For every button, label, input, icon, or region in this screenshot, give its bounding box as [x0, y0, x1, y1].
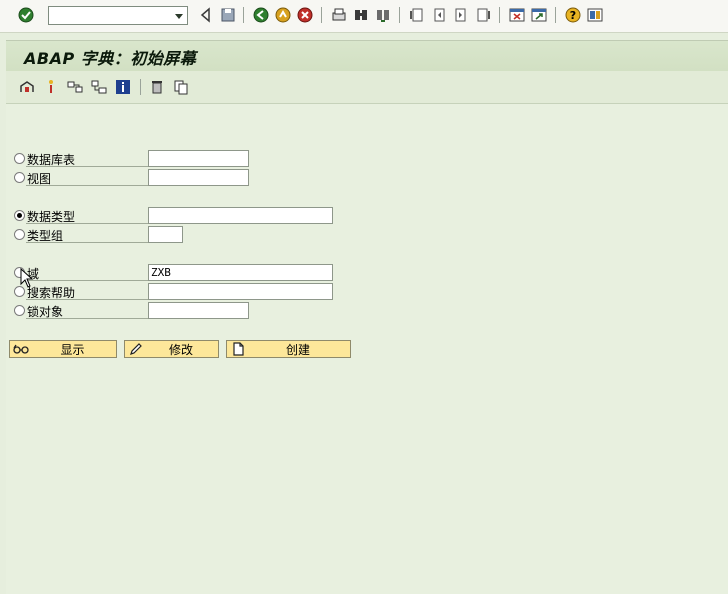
change-button-label: 修改: [168, 342, 193, 357]
display-button-label: 显示: [60, 342, 85, 357]
svg-text:?: ?: [570, 9, 576, 22]
title-bar: ABAP 字典：初始屏幕: [6, 40, 728, 71]
page-title: ABAP 字典：初始屏幕: [24, 49, 197, 68]
database-table-input[interactable]: [148, 150, 249, 167]
print-icon[interactable]: [329, 5, 349, 25]
option-lock-object: 锁对象: [14, 302, 344, 320]
help-icon[interactable]: ?: [563, 5, 583, 25]
new-document-icon: [233, 342, 244, 356]
separator: [555, 7, 556, 23]
domain-input[interactable]: ZXB: [148, 264, 333, 281]
view-input[interactable]: [148, 169, 249, 186]
next-page-icon[interactable]: [451, 5, 471, 25]
main-area: 数据库表 视图 数据类型 类型组 域 ZXB 搜索帮助 锁对象 显示 修改 创建: [6, 104, 728, 594]
info-icon[interactable]: [114, 78, 132, 96]
create-button-label: 创建: [285, 342, 310, 357]
create-button[interactable]: 创建: [226, 340, 351, 358]
save-icon[interactable]: [218, 5, 238, 25]
separator: [140, 79, 141, 95]
lock-object-input[interactable]: [148, 302, 249, 319]
copy-icon[interactable]: [172, 78, 190, 96]
glasses-icon: [13, 344, 29, 354]
enter-icon[interactable]: [16, 5, 36, 25]
first-page-icon[interactable]: [407, 5, 427, 25]
back-icon[interactable]: [251, 5, 271, 25]
option-type-group: 类型组: [14, 226, 344, 244]
divider: [26, 242, 154, 243]
option-domain: 域 ZXB: [14, 264, 344, 282]
back-triangle-icon[interactable]: [196, 5, 216, 25]
other-object-icon[interactable]: [66, 78, 84, 96]
divider: [26, 223, 154, 224]
change-button[interactable]: 修改: [124, 340, 219, 358]
radio-lock-object[interactable]: [14, 305, 25, 316]
radio-view[interactable]: [14, 172, 25, 183]
divider: [26, 280, 154, 281]
type-group-input[interactable]: [148, 226, 183, 243]
cancel-icon[interactable]: [295, 5, 315, 25]
radio-type-group[interactable]: [14, 229, 25, 240]
pencil-icon: [130, 343, 142, 355]
divider: [26, 166, 154, 167]
option-data-type: 数据类型: [14, 207, 344, 225]
separator: [499, 7, 500, 23]
chevron-down-icon[interactable]: [171, 8, 186, 23]
separator: [399, 7, 400, 23]
find-icon[interactable]: [351, 5, 371, 25]
search-help-input[interactable]: [148, 283, 333, 300]
where-used-icon[interactable]: [42, 78, 60, 96]
radio-database-table[interactable]: [14, 153, 25, 164]
separator: [243, 7, 244, 23]
new-session-icon[interactable]: [507, 5, 527, 25]
delete-icon[interactable]: [148, 78, 166, 96]
data-type-input[interactable]: [148, 207, 333, 224]
option-search-help: 搜索帮助: [14, 283, 344, 301]
option-database-table: 数据库表: [14, 150, 334, 168]
option-view: 视图: [14, 169, 334, 187]
divider: [26, 185, 154, 186]
separator: [321, 7, 322, 23]
layout-icon[interactable]: [585, 5, 605, 25]
display-navigation-icon[interactable]: [90, 78, 108, 96]
find-next-icon[interactable]: [373, 5, 393, 25]
divider: [26, 299, 154, 300]
exit-icon[interactable]: [273, 5, 293, 25]
object-list-icon[interactable]: [18, 78, 36, 96]
system-toolbar: ?: [0, 0, 728, 33]
application-toolbar: [6, 71, 728, 104]
command-field[interactable]: [48, 6, 188, 25]
mouse-cursor-icon: [20, 267, 34, 288]
prev-page-icon[interactable]: [429, 5, 449, 25]
last-page-icon[interactable]: [473, 5, 493, 25]
divider: [26, 318, 154, 319]
radio-data-type[interactable]: [14, 210, 25, 221]
shortcut-icon[interactable]: [529, 5, 549, 25]
display-button[interactable]: 显示: [9, 340, 117, 358]
